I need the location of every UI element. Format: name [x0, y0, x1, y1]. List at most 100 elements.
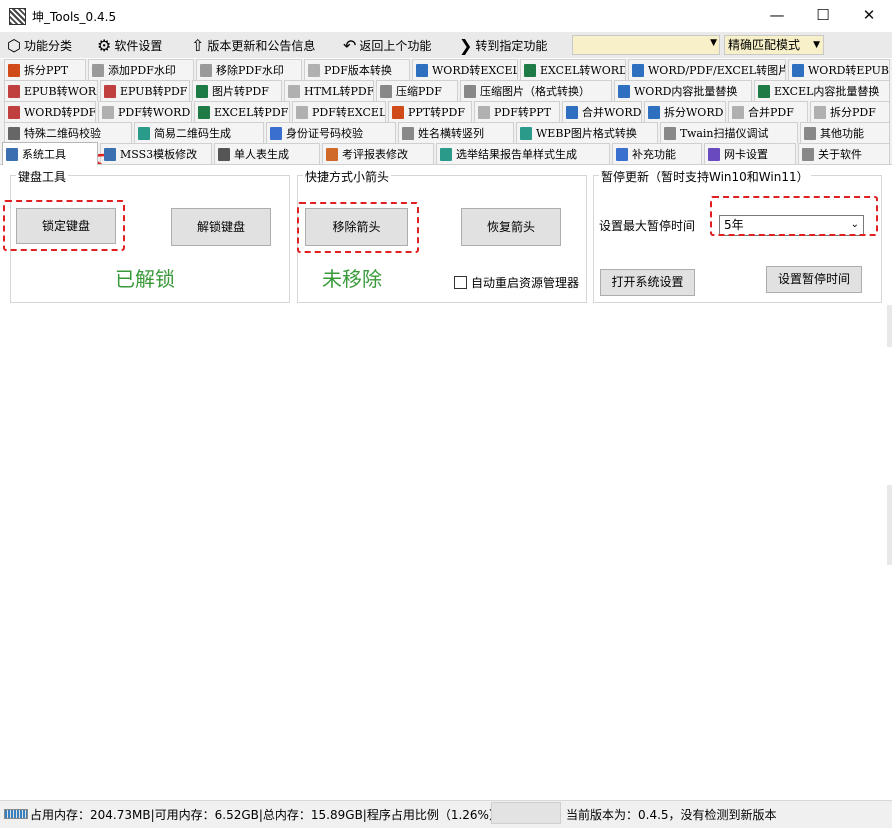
- tab-excel-to-word[interactable]: EXCEL转WORD: [520, 59, 626, 80]
- tab-remove-pdf-watermark[interactable]: 移除PDF水印: [196, 59, 302, 80]
- tab-row: WORD转PDF PDF转WORD EXCEL转PDF PDF转EXCEL PP…: [0, 101, 892, 122]
- excel-icon: [758, 84, 770, 98]
- tab-compress-pdf[interactable]: 压缩PDF: [376, 80, 458, 101]
- tab-network-card[interactable]: 网卡设置: [704, 143, 796, 164]
- info-icon: [802, 147, 814, 161]
- tab-excel-batch-replace[interactable]: EXCEL内容批量替换: [754, 80, 890, 101]
- tab-html-to-pdf[interactable]: HTML转PDF: [284, 80, 374, 101]
- gear-icon: [6, 147, 18, 161]
- toolbar-function-category-label: 功能分类: [23, 38, 72, 53]
- pause-update-title: 暂停更新（暂时支持Win10和Win11）: [599, 168, 811, 185]
- tab-about[interactable]: 关于软件: [798, 143, 890, 164]
- unlock-keyboard-button[interactable]: 解锁键盘: [171, 208, 271, 246]
- tab-epub-to-word[interactable]: EPUB转WORD: [4, 80, 98, 101]
- restart-explorer-option[interactable]: 自动重启资源管理器: [454, 274, 579, 291]
- tab-pdf-version[interactable]: PDF版本转换: [304, 59, 410, 80]
- tab-excel-to-pdf[interactable]: EXCEL转PDF: [194, 101, 290, 122]
- tab-simple-qr-gen[interactable]: 简易二维码生成: [134, 122, 264, 143]
- tab-evaluation-report[interactable]: 考评报表修改: [322, 143, 434, 164]
- tab-single-table[interactable]: 单人表生成: [214, 143, 320, 164]
- tab-word-batch-replace[interactable]: WORD内容批量替换: [614, 80, 752, 101]
- function-tabs: 拆分PPT 添加PDF水印 移除PDF水印 PDF版本转换 WORD转EXCEL…: [0, 59, 892, 165]
- toolbar-function-category[interactable]: ⬡ 功能分类: [7, 35, 72, 55]
- tab-image-to-pdf[interactable]: 图片转PDF: [192, 80, 282, 101]
- chevron-down-icon[interactable]: ▼: [710, 38, 717, 48]
- tab-special-qr-check[interactable]: 特殊二维码校验: [4, 122, 132, 143]
- match-mode-select[interactable]: 精确匹配模式 ▼: [724, 35, 824, 55]
- tab-add-pdf-watermark[interactable]: 添加PDF水印: [88, 59, 194, 80]
- tab-system-tools[interactable]: 系统工具: [2, 142, 98, 165]
- toolbar-goto-function[interactable]: ❯ 转到指定功能: [459, 35, 547, 55]
- memory-icon: [4, 809, 28, 819]
- tab-split-pdf[interactable]: 拆分PDF: [810, 101, 890, 122]
- tab-pdf-to-excel[interactable]: PDF转EXCEL: [292, 101, 386, 122]
- word-icon: [416, 63, 428, 77]
- epub-icon: [104, 84, 116, 98]
- tab-id-number-check[interactable]: 身份证号码校验: [266, 122, 396, 143]
- system-tools-panel: 键盘工具 锁定键盘 解锁键盘 已解锁 快捷方式小箭头 移除箭头 恢复箭头 未移除…: [0, 164, 892, 801]
- restart-explorer-label: 自动重启资源管理器: [471, 276, 580, 290]
- tab-merge-word[interactable]: 合并WORD: [562, 101, 642, 122]
- tab-supplementary[interactable]: 补充功能: [612, 143, 702, 164]
- highlight-remove-arrow: [297, 202, 419, 253]
- word-icon: [566, 105, 578, 119]
- function-search-input[interactable]: ▼: [572, 35, 720, 55]
- pdf-icon: [478, 105, 490, 119]
- keyboard-tools-title: 键盘工具: [16, 168, 69, 185]
- set-pause-time-button[interactable]: 设置暂停时间: [766, 266, 862, 293]
- toolbar-go-back-label: 返回上个功能: [359, 38, 432, 53]
- open-system-settings-button[interactable]: 打开系统设置: [600, 269, 695, 296]
- list-icon: [440, 147, 452, 161]
- cube-icon: ⬡: [7, 35, 21, 55]
- watermark-icon: [200, 63, 212, 77]
- excel-icon: [198, 105, 210, 119]
- tab-other-functions[interactable]: 其他功能: [800, 122, 890, 143]
- close-button[interactable]: ✕: [846, 0, 892, 32]
- minimize-button[interactable]: —: [754, 0, 800, 32]
- tab-merge-pdf[interactable]: 合并PDF: [728, 101, 808, 122]
- text-icon: [402, 126, 414, 140]
- main-toolbar: ⬡ 功能分类 ⚙ 软件设置 ⇧ 版本更新和公告信息 ↶ 返回上个功能 ❯ 转到指…: [0, 32, 892, 58]
- network-icon: [708, 147, 720, 161]
- arrow-up-circle-icon: ⇧: [191, 35, 205, 55]
- tab-word-to-epub[interactable]: WORD转EPUB: [788, 59, 890, 80]
- tab-epub-to-pdf[interactable]: EPUB转PDF: [100, 80, 190, 101]
- version-status: 当前版本为：0.4.5，没有检测到新版本: [566, 808, 777, 822]
- restart-explorer-checkbox[interactable]: [454, 276, 467, 289]
- tab-word-to-pdf[interactable]: WORD转PDF: [4, 101, 96, 122]
- pdf-icon: [732, 105, 744, 119]
- tab-split-word[interactable]: 拆分WORD: [644, 101, 726, 122]
- tab-election-report[interactable]: 选举结果报告单样式生成: [436, 143, 610, 164]
- tab-twain-scanner[interactable]: Twain扫描仪调试: [660, 122, 798, 143]
- gear-icon: ⚙: [97, 35, 112, 55]
- image-icon: [196, 84, 208, 98]
- arrow-right-circle-icon: ❯: [459, 35, 473, 55]
- watermark-icon: [92, 63, 104, 77]
- tab-compress-image[interactable]: 压缩图片（格式转换）: [460, 80, 612, 101]
- toolbar-go-back[interactable]: ↶ 返回上个功能: [343, 35, 431, 55]
- excel-icon: [524, 63, 536, 77]
- tab-name-vertical[interactable]: 姓名横转竖列: [398, 122, 514, 143]
- tab-to-image[interactable]: WORD/PDF/EXCEL转图片: [628, 59, 786, 80]
- shortcut-arrow-title: 快捷方式小箭头: [303, 168, 392, 185]
- restore-arrow-button[interactable]: 恢复箭头: [461, 208, 561, 246]
- tab-pdf-to-word[interactable]: PDF转WORD: [98, 101, 192, 122]
- qr-icon: [8, 126, 20, 140]
- app-icon: [9, 8, 26, 25]
- toolbar-software-settings[interactable]: ⚙ 软件设置: [97, 35, 162, 55]
- tab-split-ppt[interactable]: 拆分PPT: [4, 59, 86, 80]
- tab-pdf-to-ppt[interactable]: PDF转PPT: [474, 101, 560, 122]
- chevron-down-icon: ▼: [813, 40, 820, 50]
- image-icon: [520, 126, 532, 140]
- document-icon: [218, 147, 230, 161]
- toolbar-update-notice-label: 版本更新和公告信息: [207, 38, 316, 53]
- toolbar-update-notice[interactable]: ⇧ 版本更新和公告信息: [191, 35, 315, 55]
- tab-ppt-to-pdf[interactable]: PPT转PDF: [388, 101, 472, 122]
- maximize-button[interactable]: ☐: [800, 0, 846, 32]
- tab-webp-convert[interactable]: WEBP图片格式转换: [516, 122, 658, 143]
- epub-icon: [8, 84, 20, 98]
- pdf-icon: [102, 105, 114, 119]
- tab-word-to-excel[interactable]: WORD转EXCEL: [412, 59, 518, 80]
- highlight-max-pause: [710, 196, 878, 236]
- edit-icon: [326, 147, 338, 161]
